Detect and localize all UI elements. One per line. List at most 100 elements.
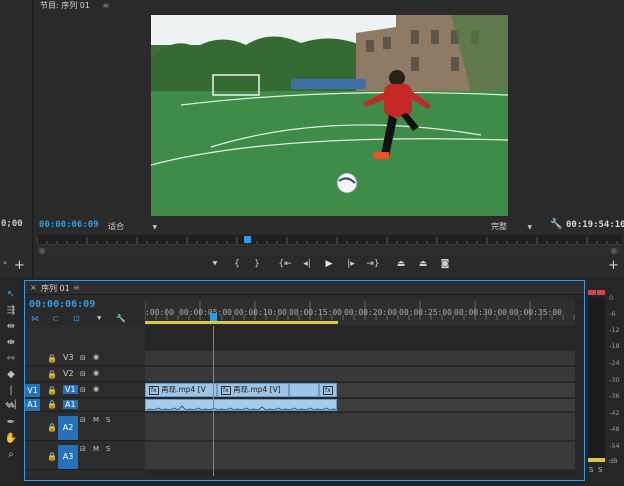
ruler-label: 00:00:30:00	[454, 308, 507, 317]
razor-tool-icon[interactable]: ◆	[4, 368, 18, 382]
panel-menu-icon[interactable]: ≡	[73, 283, 80, 292]
video-clip[interactable]: fx 再现.mp4 [V	[145, 383, 217, 397]
tracks-area[interactable]: fx 再现.mp4 [V fx 再现.mp4 [V] fx	[145, 326, 575, 476]
source-patch-a1[interactable]: A1	[25, 399, 40, 411]
play-icon[interactable]: ▶	[322, 259, 336, 269]
eye-icon[interactable]: ◉	[93, 369, 99, 377]
ruler-label: 00:00:20:00	[344, 308, 397, 317]
sync-lock-icon[interactable]: ⊟	[80, 370, 86, 378]
track-row-a1[interactable]	[145, 399, 575, 412]
video-clip[interactable]	[289, 383, 319, 397]
slip-tool-icon[interactable]: |↔|	[4, 384, 18, 410]
mark-out-icon[interactable]: }	[250, 259, 264, 269]
track-row-v2[interactable]	[145, 367, 575, 382]
add-edit-icon[interactable]: ⊡	[73, 314, 80, 323]
solo-left-button[interactable]: S	[589, 466, 593, 474]
sync-lock-icon[interactable]: ⊟	[80, 354, 86, 362]
close-tab-icon[interactable]: ×	[30, 283, 37, 292]
lock-icon[interactable]: 🔒	[47, 354, 57, 363]
track-select-tool-icon[interactable]: ⇶	[4, 304, 18, 318]
track-row-a2[interactable]	[145, 413, 575, 441]
zoom-tool-icon[interactable]: ⌕	[4, 448, 18, 462]
zoom-scroll-bar[interactable]	[37, 247, 622, 255]
track-header-v1[interactable]: V1 🔒 V1 ⊟ ◉	[25, 383, 145, 398]
quality-dropdown[interactable]: 完整 ▼	[491, 221, 532, 232]
step-back-icon[interactable]: ◂|	[300, 259, 314, 269]
track-header-a2[interactable]: 🔒 A2 ⊟ M S	[25, 413, 145, 441]
track-row-v1[interactable]: fx 再现.mp4 [V fx 再现.mp4 [V] fx	[145, 383, 575, 398]
track-header-a1[interactable]: A1 🔒 A1	[25, 399, 145, 412]
eye-icon[interactable]: ◉	[93, 385, 99, 393]
monitor-scrub-bar[interactable]	[36, 235, 622, 246]
mute-button[interactable]: M	[93, 416, 99, 424]
video-clip[interactable]: fx	[319, 383, 337, 397]
mark-in-icon[interactable]: {	[230, 259, 244, 269]
audio-clip[interactable]	[145, 399, 337, 411]
snap-icon[interactable]: ⋈	[31, 314, 39, 323]
wrench-icon[interactable]: 🔧	[116, 314, 126, 323]
ripple-edit-tool-icon[interactable]: ⇹	[4, 320, 18, 334]
lock-icon[interactable]: 🔒	[47, 452, 57, 461]
eye-icon[interactable]: ◉	[93, 353, 99, 361]
time-ruler[interactable]: :00:00 00:00:05:00 00:00:10:00 00:00:15:…	[144, 299, 575, 325]
sync-lock-icon[interactable]: ⊟	[80, 386, 86, 394]
selection-tool-icon[interactable]: ↖	[4, 288, 18, 302]
solo-right-button[interactable]: S	[598, 466, 602, 474]
add-button[interactable]: +	[608, 258, 619, 273]
extract-icon[interactable]: ⏏	[416, 259, 430, 269]
track-label-a3[interactable]: A3	[58, 445, 78, 469]
track-row-v3[interactable]	[145, 351, 575, 366]
fit-dropdown-label: 适合	[108, 222, 124, 231]
timeline-playhead-line[interactable]	[213, 326, 214, 476]
timeline-playhead-handle[interactable]	[210, 313, 217, 321]
program-current-time[interactable]: 00:00:06:09	[39, 220, 99, 230]
lock-icon[interactable]: 🔒	[47, 423, 57, 432]
camera-icon[interactable]: ◙	[438, 259, 452, 269]
rolling-edit-tool-icon[interactable]: ⇼	[4, 336, 18, 350]
track-label-a1[interactable]: A1	[63, 400, 78, 409]
fit-dropdown[interactable]: 适合 ▼	[108, 221, 157, 232]
lock-icon[interactable]: 🔒	[47, 386, 57, 395]
track-label-v1[interactable]: V1	[63, 385, 78, 394]
hand-tool-icon[interactable]: ✋	[4, 432, 18, 446]
track-header-v2[interactable]: 🔒 V2 ⊟ ◉	[25, 367, 145, 382]
clip-indicator-right[interactable]	[597, 290, 605, 295]
go-to-out-icon[interactable]: ⇥}	[366, 259, 380, 269]
sequence-tab[interactable]: 序列 01	[41, 283, 70, 294]
track-label-a2[interactable]: A2	[58, 416, 78, 440]
zoom-handle-left[interactable]	[39, 248, 45, 254]
video-frame-image	[151, 15, 508, 216]
panel-menu-icon[interactable]: ≡	[103, 1, 110, 10]
clip-indicator-left[interactable]	[588, 290, 596, 295]
solo-button[interactable]: S	[106, 445, 110, 453]
track-row-a3[interactable]	[145, 442, 575, 470]
track-header-a3[interactable]: 🔒 A3 ⊟ M S	[25, 442, 145, 470]
timeline-current-time[interactable]: 00:00:06:09	[29, 299, 95, 310]
go-to-in-icon[interactable]: {⇤	[278, 259, 292, 269]
source-patch-v1[interactable]: V1	[25, 384, 40, 397]
video-clip[interactable]: fx 再现.mp4 [V]	[217, 383, 289, 397]
sync-lock-icon[interactable]: ⊟	[80, 416, 86, 424]
linked-selection-icon[interactable]: ⊂	[52, 314, 59, 323]
chevron-down-icon: ▼	[152, 224, 158, 231]
marker-icon[interactable]: ⯆	[96, 314, 102, 324]
zoom-handle-right[interactable]	[611, 248, 617, 254]
sync-lock-icon[interactable]: ⊟	[80, 445, 86, 453]
mute-button[interactable]: M	[93, 445, 99, 453]
panel-menu-chevron-icon[interactable]: »	[3, 259, 7, 267]
rate-stretch-tool-icon[interactable]: ⇿	[4, 352, 18, 366]
lock-icon[interactable]: 🔒	[47, 400, 57, 409]
timeline-vertical-scrollbar[interactable]	[575, 299, 584, 479]
lift-icon[interactable]: ⏏	[394, 259, 408, 269]
track-header-v3[interactable]: 🔒 V3 ⊟ ◉	[25, 351, 145, 366]
wrench-icon[interactable]: 🔧	[550, 219, 562, 230]
slide-tool-icon[interactable]: ⇔	[4, 400, 18, 414]
solo-button[interactable]: S	[106, 416, 110, 424]
playhead-marker[interactable]	[244, 236, 251, 243]
pen-tool-icon[interactable]: ✒	[4, 416, 18, 430]
add-button[interactable]: +	[14, 258, 25, 273]
program-monitor-tab[interactable]: 节目: 序列 01 ≡	[40, 0, 109, 11]
step-forward-icon[interactable]: |▸	[344, 259, 358, 269]
add-marker-icon[interactable]: ⯆	[208, 260, 222, 270]
lock-icon[interactable]: 🔒	[47, 370, 57, 379]
